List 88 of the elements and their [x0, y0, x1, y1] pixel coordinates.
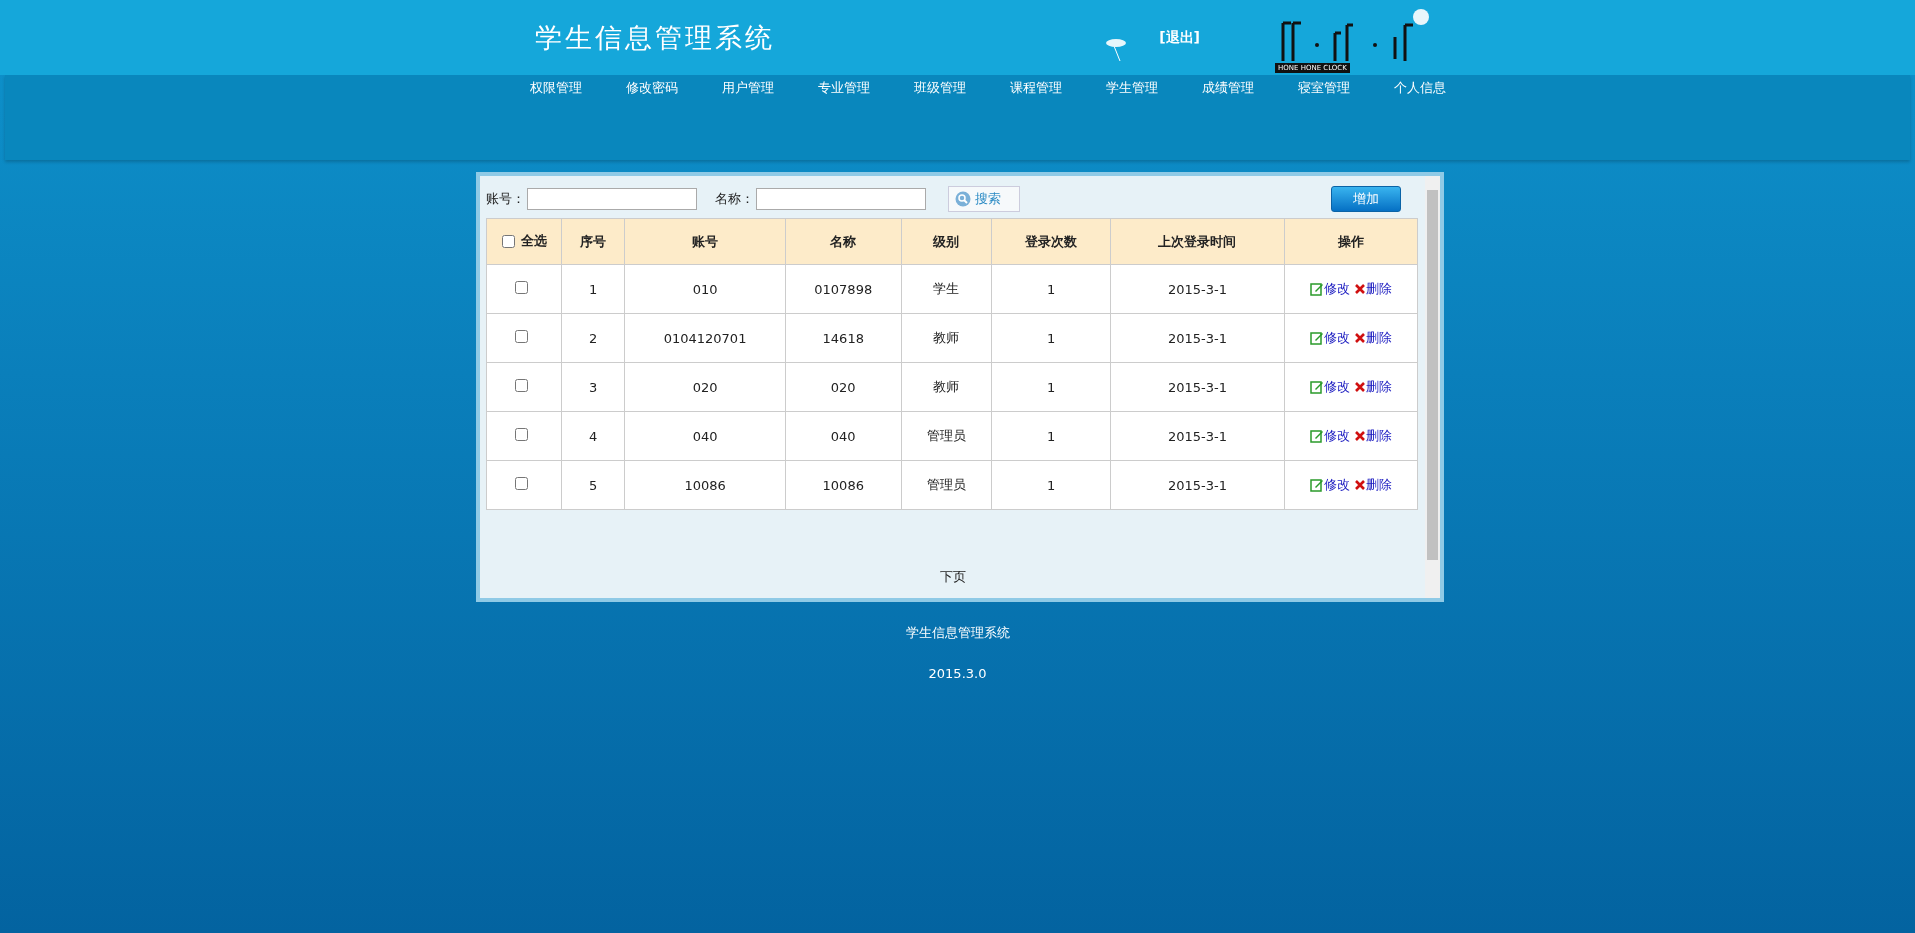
- table-cell: 1: [991, 411, 1111, 461]
- table-cell: 1: [561, 264, 625, 314]
- table-cell: 2015-3-1: [1110, 362, 1285, 412]
- nav-link[interactable]: 寝室管理: [1276, 77, 1372, 99]
- delete-link[interactable]: 删除: [1354, 426, 1392, 445]
- next-page-link[interactable]: 下页: [486, 568, 1419, 586]
- search-field[interactable]: [527, 188, 697, 210]
- table-cell: 1: [991, 264, 1111, 314]
- add-button[interactable]: 增加: [1331, 186, 1401, 212]
- table-cell: 2015-3-1: [1110, 411, 1285, 461]
- column-header: 上次登录时间: [1110, 218, 1285, 265]
- column-header: 账号: [624, 218, 786, 265]
- nav-link[interactable]: 课程管理: [988, 77, 1084, 99]
- table-cell: 020: [785, 362, 902, 412]
- nav-link[interactable]: 修改密码: [604, 77, 700, 99]
- column-header: 操作: [1284, 218, 1418, 265]
- table-cell: 2: [561, 313, 625, 363]
- search-button[interactable]: 搜索: [948, 186, 1020, 212]
- table-cell: 040: [785, 411, 902, 461]
- edit-link[interactable]: 修改: [1310, 328, 1350, 347]
- table-cell: 1: [991, 362, 1111, 412]
- nav-link[interactable]: 班级管理: [892, 77, 988, 99]
- delete-link[interactable]: 删除: [1354, 377, 1392, 396]
- field-label: 名称：: [715, 190, 754, 208]
- delete-link[interactable]: 删除: [1354, 279, 1392, 298]
- delete-icon: [1354, 331, 1366, 344]
- nav-link[interactable]: 学生管理: [1084, 77, 1180, 99]
- app-title: 学生信息管理系统: [535, 20, 775, 55]
- table-cell: 管理员: [901, 411, 992, 461]
- table-cell: 3: [561, 362, 625, 412]
- table-cell: 2015-3-1: [1110, 264, 1285, 314]
- row-checkbox[interactable]: [514, 379, 528, 392]
- dandelion-icon: [1106, 38, 1127, 61]
- table-cell: 10086: [624, 460, 786, 510]
- table-cell: 2015-3-1: [1110, 313, 1285, 363]
- row-checkbox[interactable]: [514, 330, 528, 343]
- column-header: 级别: [901, 218, 992, 265]
- select-all-label: 全选: [520, 232, 547, 251]
- nav-link[interactable]: 成绩管理: [1180, 77, 1276, 99]
- table-cell: 040: [624, 411, 786, 461]
- delete-icon: [1354, 282, 1366, 295]
- select-all-checkbox[interactable]: [501, 234, 515, 248]
- table-cell: 020: [624, 362, 786, 412]
- scrollbar[interactable]: [1425, 176, 1440, 598]
- row-checkbox[interactable]: [514, 477, 528, 490]
- field-label: 账号：: [486, 190, 525, 208]
- table-cell: 10086: [785, 460, 902, 510]
- edit-link[interactable]: 修改: [1310, 377, 1350, 396]
- search-field[interactable]: [756, 188, 926, 210]
- table-cell: 14618: [785, 313, 902, 363]
- table-cell: 0104120701: [624, 313, 786, 363]
- table-cell: 学生: [901, 264, 992, 314]
- search-icon: [955, 191, 971, 207]
- nav-link[interactable]: 权限管理: [508, 77, 604, 99]
- footer-title: 学生信息管理系统: [904, 624, 1011, 642]
- edit-link[interactable]: 修改: [1310, 426, 1350, 445]
- table-cell: 教师: [901, 362, 992, 412]
- edit-link[interactable]: 修改: [1310, 279, 1350, 298]
- edit-icon: [1310, 281, 1324, 296]
- nav-link[interactable]: 专业管理: [796, 77, 892, 99]
- table-cell: 5: [561, 460, 625, 510]
- edit-link[interactable]: 修改: [1310, 475, 1350, 494]
- delete-icon: [1354, 380, 1366, 393]
- table-cell: 0107898: [785, 264, 902, 314]
- edit-icon: [1310, 330, 1324, 345]
- table-cell: 4: [561, 411, 625, 461]
- nav-link[interactable]: 个人信息: [1372, 77, 1468, 99]
- footer-version: 2015.3.0: [927, 666, 988, 681]
- logout-link[interactable]: [退出]: [1159, 28, 1200, 47]
- column-header: 名称: [785, 218, 902, 265]
- table-cell: 2015-3-1: [1110, 460, 1285, 510]
- column-header: 登录次数: [991, 218, 1111, 265]
- row-checkbox[interactable]: [514, 281, 528, 294]
- table-cell: 1: [991, 460, 1111, 510]
- edit-icon: [1310, 379, 1324, 394]
- delete-icon: [1354, 429, 1366, 442]
- table-cell: 管理员: [901, 460, 992, 510]
- column-header: 序号: [561, 218, 625, 265]
- table-cell: 1: [991, 313, 1111, 363]
- delete-link[interactable]: 删除: [1354, 475, 1392, 494]
- delete-icon: [1354, 478, 1366, 491]
- nav-link[interactable]: 用户管理: [700, 77, 796, 99]
- row-checkbox[interactable]: [514, 428, 528, 441]
- edit-icon: [1310, 428, 1324, 443]
- delete-link[interactable]: 删除: [1354, 328, 1392, 347]
- table-cell: 教师: [901, 313, 992, 363]
- edit-icon: [1310, 477, 1324, 492]
- table-cell: 010: [624, 264, 786, 314]
